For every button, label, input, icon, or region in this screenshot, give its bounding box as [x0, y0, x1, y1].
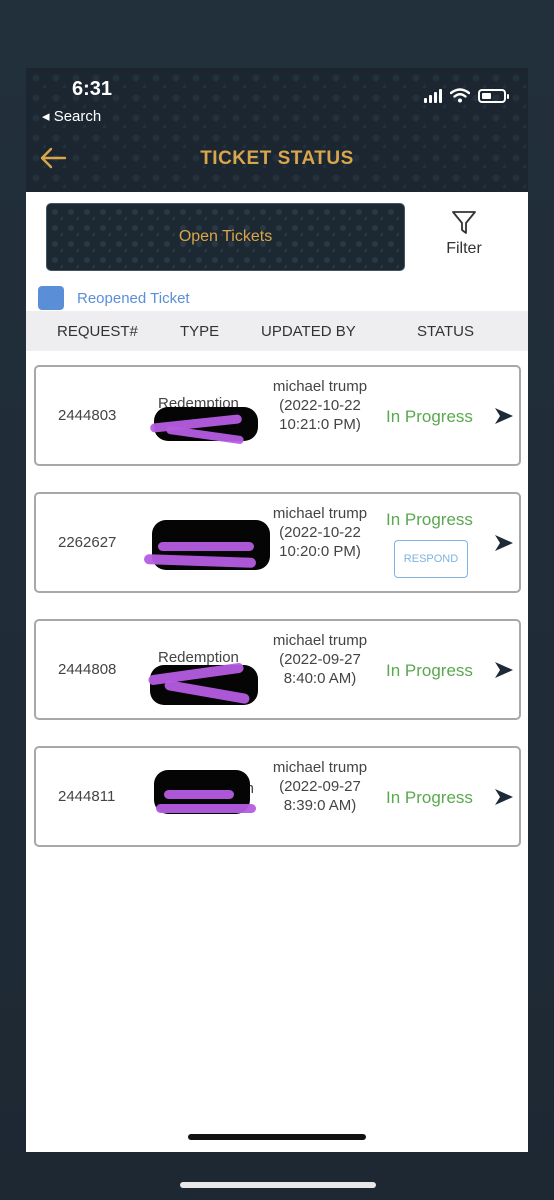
- updated-by: michael trump (2022-09-27 8:39:0 AM): [268, 758, 372, 815]
- updated-by: michael trump (2022-10-22 10:21:0 PM): [268, 377, 372, 434]
- redaction-mark: [164, 790, 234, 799]
- updated-by-time: (2022-10-22 10:21:0 PM): [279, 397, 361, 433]
- updated-by-name: michael trump: [272, 378, 368, 395]
- status-badge: In Progress: [386, 407, 473, 426]
- table-row[interactable]: 2444808 Redemption michael trump (2022-0…: [34, 619, 521, 720]
- ticket-type: Redemption: [147, 643, 262, 705]
- send-arrow-icon[interactable]: [494, 661, 514, 679]
- send-arrow-icon[interactable]: [494, 407, 514, 425]
- request-number: 2444811: [58, 788, 116, 805]
- updated-by-name: michael trump: [272, 759, 368, 776]
- redaction-mark: [156, 804, 256, 813]
- open-tickets-button[interactable]: Open Tickets: [46, 203, 405, 271]
- wifi-icon: [450, 88, 470, 103]
- request-number: 2444803: [58, 407, 117, 424]
- home-indicator: [188, 1134, 366, 1140]
- column-status: STATUS: [417, 323, 474, 340]
- updated-by-name: michael trump: [272, 632, 368, 649]
- respond-button[interactable]: RESPOND: [394, 540, 468, 578]
- filter-label: Filter: [446, 240, 482, 257]
- phone-screen: 6:31 ◂ Search TICKET STATUS Open Tickets…: [26, 68, 528, 1152]
- table-row[interactable]: 2262627 Red michael trump (2022-10-22 10…: [34, 492, 521, 593]
- filter-button[interactable]: Filter: [438, 210, 490, 266]
- updated-by-time: (2022-09-27 8:40:0 AM): [279, 651, 361, 687]
- ticket-type: Red: [143, 516, 270, 578]
- table-header: REQUEST# TYPE UPDATED BY STATUS: [26, 311, 528, 351]
- ticket-type-text: Redemption: [158, 649, 239, 666]
- ticket-type: ion: [154, 770, 262, 832]
- app-header: 6:31 ◂ Search TICKET STATUS: [26, 68, 528, 192]
- reopened-legend: Reopened Ticket: [38, 286, 190, 310]
- column-updated-by: UPDATED BY: [261, 323, 356, 340]
- status-badge: In Progress: [386, 661, 473, 680]
- updated-by-name: michael trump: [272, 505, 368, 522]
- table-row[interactable]: 2444811 ion michael trump (2022-09-27 8:…: [34, 746, 521, 847]
- column-request: REQUEST#: [57, 323, 138, 340]
- ticket-type: Redemption: [149, 389, 262, 451]
- status-badge: In Progress: [386, 788, 473, 807]
- send-arrow-icon[interactable]: [494, 534, 514, 552]
- updated-by: michael trump (2022-10-22 10:20:0 PM): [268, 504, 372, 561]
- request-number: 2262627: [58, 534, 117, 551]
- updated-by-time: (2022-10-22 10:20:0 PM): [279, 524, 361, 560]
- status-icons: [424, 88, 509, 103]
- outer-home-indicator: [180, 1182, 376, 1188]
- back-to-search-link[interactable]: ◂ Search: [42, 107, 101, 125]
- legend-swatch: [38, 286, 64, 310]
- redaction-mark: [158, 542, 254, 551]
- signal-icon: [424, 88, 442, 103]
- updated-by: michael trump (2022-09-27 8:40:0 AM): [268, 631, 372, 688]
- table-row[interactable]: 2444803 Redemption michael trump (2022-1…: [34, 365, 521, 466]
- legend-label: Reopened Ticket: [77, 289, 190, 307]
- filter-icon: [452, 211, 476, 234]
- send-arrow-icon[interactable]: [494, 788, 514, 806]
- status-badge: In Progress: [386, 510, 473, 529]
- column-type: TYPE: [180, 323, 220, 340]
- status-time: 6:31: [72, 78, 113, 100]
- request-number: 2444808: [58, 661, 117, 678]
- battery-icon: [478, 88, 509, 103]
- page-title: TICKET STATUS: [200, 148, 354, 169]
- updated-by-time: (2022-09-27 8:39:0 AM): [279, 778, 361, 814]
